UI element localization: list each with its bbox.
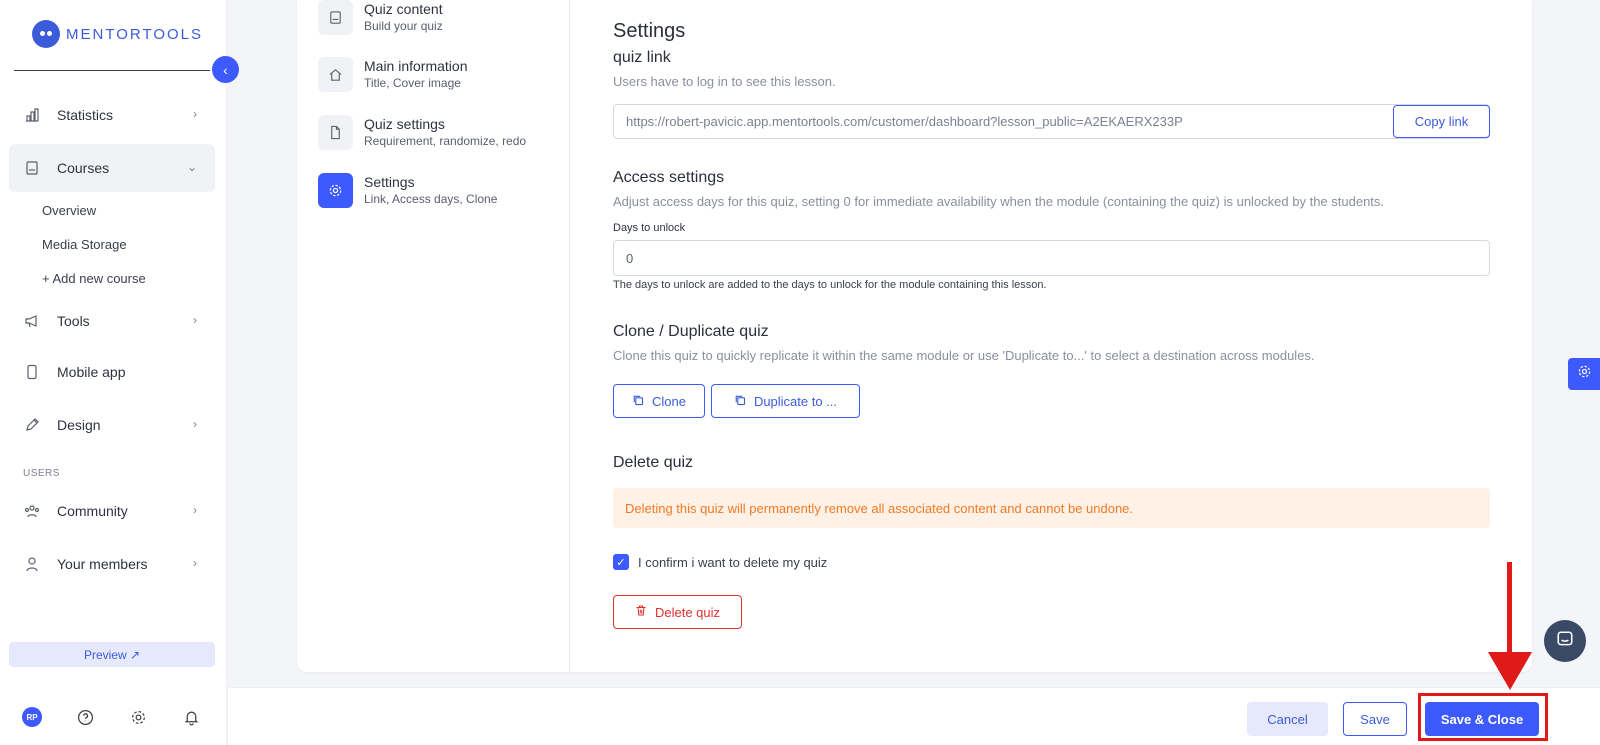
- delete-quiz-heading: Delete quiz: [613, 454, 694, 471]
- access-settings-description: Adjust access days for this quiz, settin…: [613, 194, 1385, 209]
- book-icon: [318, 0, 353, 35]
- days-to-unlock-hint: The days to unlock are added to the days…: [613, 279, 1047, 291]
- sidebar-item-label: Courses: [57, 160, 110, 176]
- bar-chart-icon: [23, 106, 41, 124]
- sidebar-item-label: Mobile app: [57, 364, 126, 380]
- home-icon: [318, 57, 353, 92]
- collapse-sidebar-button[interactable]: ‹: [212, 56, 239, 83]
- quiz-link-description: Users have to log in to see this lesson.: [613, 74, 836, 89]
- confirm-delete-checkbox[interactable]: ✓: [613, 554, 629, 570]
- people-icon: [23, 502, 41, 520]
- quiz-editor-card: Quiz content Build your quiz Main inform…: [297, 0, 1532, 672]
- sidebar: MENTORTOOLS Statistics › Courses ⌄ Overv…: [0, 0, 227, 745]
- chevron-down-icon: ⌄: [186, 160, 197, 174]
- step-quiz-content[interactable]: Quiz content Build your quiz: [318, 0, 443, 35]
- check-icon: ✓: [616, 556, 626, 569]
- step-title: Settings: [364, 174, 415, 190]
- file-icon: [318, 115, 353, 150]
- access-settings-heading: Access settings: [613, 169, 725, 186]
- sidebar-item-your-members[interactable]: Your members ›: [9, 540, 215, 588]
- sidebar-item-community[interactable]: Community ›: [9, 487, 215, 535]
- annotation-arrow-shaft: [1507, 562, 1512, 658]
- gear-icon: [1577, 364, 1592, 384]
- sidebar-item-label: Statistics: [57, 107, 114, 123]
- sidebar-divider: [14, 70, 210, 71]
- help-icon[interactable]: [75, 707, 95, 727]
- copy-link-button[interactable]: Copy link: [1393, 105, 1490, 138]
- step-subtitle: Link, Access days, Clone: [364, 192, 498, 206]
- gear-icon: [318, 173, 353, 208]
- step-navigation: Quiz content Build your quiz Main inform…: [297, 0, 570, 672]
- chevron-right-icon: ›: [193, 107, 197, 121]
- robot-logo-icon: [32, 20, 60, 48]
- clone-button[interactable]: Clone: [613, 384, 705, 418]
- delete-warning: Deleting this quiz will permanently remo…: [613, 488, 1490, 528]
- brand-logo[interactable]: MENTORTOOLS: [32, 20, 203, 48]
- chat-support-button[interactable]: [1544, 620, 1586, 662]
- floating-settings-button[interactable]: [1568, 358, 1600, 390]
- save-button[interactable]: Save: [1343, 702, 1407, 736]
- step-settings[interactable]: Settings Link, Access days, Clone: [318, 173, 497, 208]
- user-icon: [23, 555, 41, 573]
- sidebar-subitem-add-course[interactable]: + Add new course: [42, 271, 146, 286]
- sidebar-item-label: Your members: [57, 556, 148, 572]
- trash-icon: [635, 604, 647, 620]
- preview-button[interactable]: Preview ↗: [9, 642, 215, 667]
- brand-name: MENTORTOOLS: [66, 25, 204, 43]
- sidebar-item-label: Community: [57, 503, 128, 519]
- chevron-right-icon: ›: [193, 313, 197, 327]
- page-title: Settings: [613, 20, 686, 42]
- bell-icon[interactable]: [182, 707, 202, 727]
- sidebar-item-label: Design: [57, 417, 101, 433]
- sidebar-item-statistics[interactable]: Statistics ›: [9, 91, 215, 139]
- step-subtitle: Build your quiz: [364, 19, 443, 33]
- chevron-right-icon: ›: [193, 556, 197, 570]
- step-main-information[interactable]: Main information Title, Cover image: [318, 57, 468, 92]
- sidebar-subitem-overview[interactable]: Overview: [42, 203, 96, 218]
- clone-description: Clone this quiz to quickly replicate it …: [613, 348, 1315, 363]
- days-to-unlock-input[interactable]: 0: [613, 240, 1490, 276]
- sidebar-item-design[interactable]: Design ›: [9, 401, 215, 449]
- step-subtitle: Requirement, randomize, redo: [364, 134, 527, 148]
- step-title: Main information: [364, 58, 468, 74]
- quiz-link-field: https://robert-pavicic.app.mentortools.c…: [613, 104, 1490, 139]
- duplicate-to-button[interactable]: Duplicate to ...: [711, 384, 860, 418]
- chevron-right-icon: ›: [193, 503, 197, 517]
- cancel-button[interactable]: Cancel: [1247, 702, 1328, 736]
- confirm-delete-label[interactable]: I confirm i want to delete my quiz: [638, 555, 827, 570]
- quiz-link-heading: quiz link: [613, 49, 671, 66]
- annotation-arrow-head: [1488, 652, 1532, 690]
- step-title: Quiz content: [364, 1, 443, 17]
- annotation-highlight-box: [1418, 693, 1548, 741]
- sidebar-footer: RP: [22, 707, 202, 727]
- chevron-right-icon: ›: [193, 417, 197, 431]
- step-quiz-settings[interactable]: Quiz settings Requirement, randomize, re…: [318, 115, 526, 150]
- chevron-left-icon: ‹: [223, 61, 228, 78]
- days-to-unlock-label: Days to unlock: [613, 222, 686, 234]
- sidebar-item-label: Tools: [57, 313, 90, 329]
- book-icon: [23, 159, 41, 177]
- duplicate-label: Duplicate to ...: [753, 393, 838, 409]
- chat-icon: [1556, 630, 1574, 653]
- sidebar-item-tools[interactable]: Tools ›: [9, 297, 215, 345]
- avatar[interactable]: RP: [22, 707, 42, 727]
- phone-icon: [23, 363, 41, 381]
- clone-heading: Clone / Duplicate quiz: [613, 323, 769, 340]
- copy-icon: [632, 394, 644, 409]
- clone-label: Clone: [652, 393, 686, 409]
- copy-icon: [734, 394, 746, 409]
- quiz-link-url[interactable]: https://robert-pavicic.app.mentortools.c…: [614, 114, 1393, 129]
- delete-quiz-button[interactable]: Delete quiz: [613, 595, 742, 629]
- sidebar-item-mobile-app[interactable]: Mobile app: [9, 348, 215, 396]
- delete-label: Delete quiz: [654, 604, 721, 620]
- section-label-users: USERS: [23, 468, 60, 479]
- pencil-icon: [23, 416, 41, 434]
- step-subtitle: Title, Cover image: [364, 76, 461, 90]
- action-footer: Cancel Save Save & Close: [228, 687, 1600, 745]
- megaphone-icon: [23, 312, 41, 330]
- sidebar-subitem-media-storage[interactable]: Media Storage: [42, 237, 127, 252]
- sidebar-item-courses[interactable]: Courses ⌄: [9, 144, 215, 192]
- gear-icon[interactable]: [129, 707, 149, 727]
- step-title: Quiz settings: [364, 116, 445, 132]
